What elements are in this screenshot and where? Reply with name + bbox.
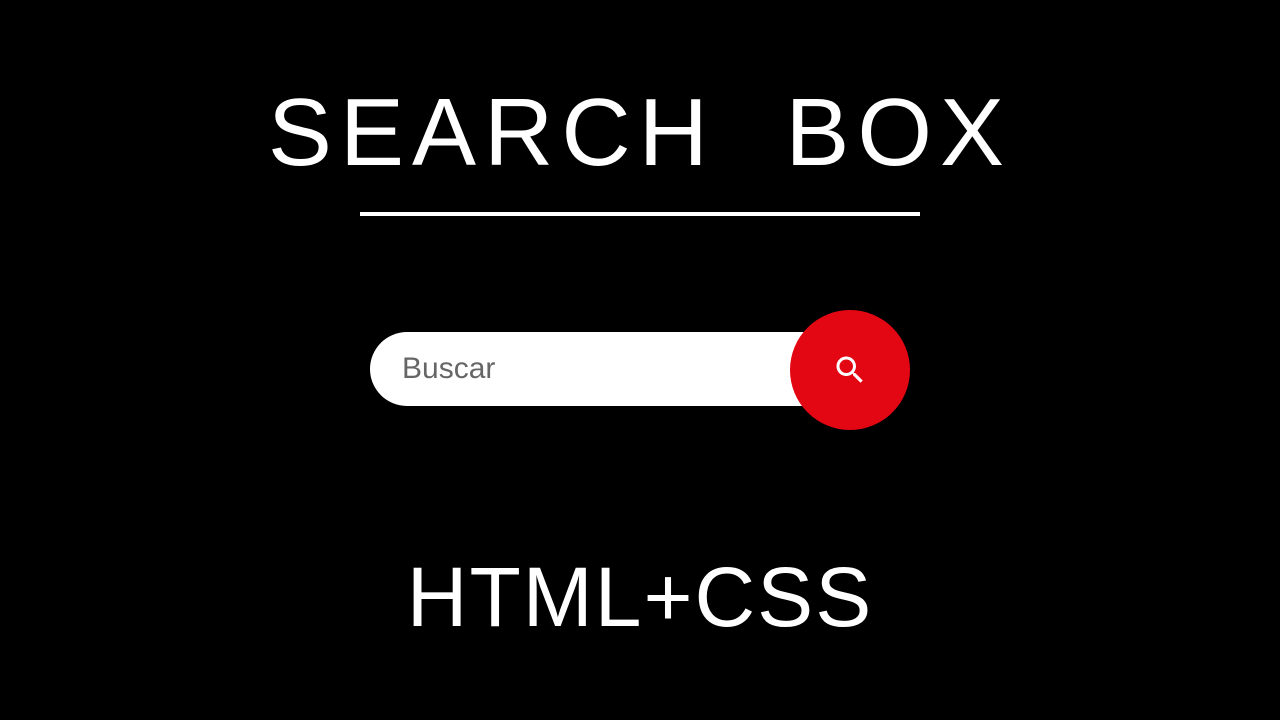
- search-button[interactable]: [790, 310, 910, 430]
- page-title: SEARCH BOX: [268, 78, 1012, 188]
- search-icon: [832, 352, 868, 388]
- page-subtitle: HTML+CSS: [407, 549, 873, 646]
- search-input[interactable]: [370, 332, 838, 406]
- search-box: [370, 324, 910, 414]
- title-underline: [360, 212, 920, 216]
